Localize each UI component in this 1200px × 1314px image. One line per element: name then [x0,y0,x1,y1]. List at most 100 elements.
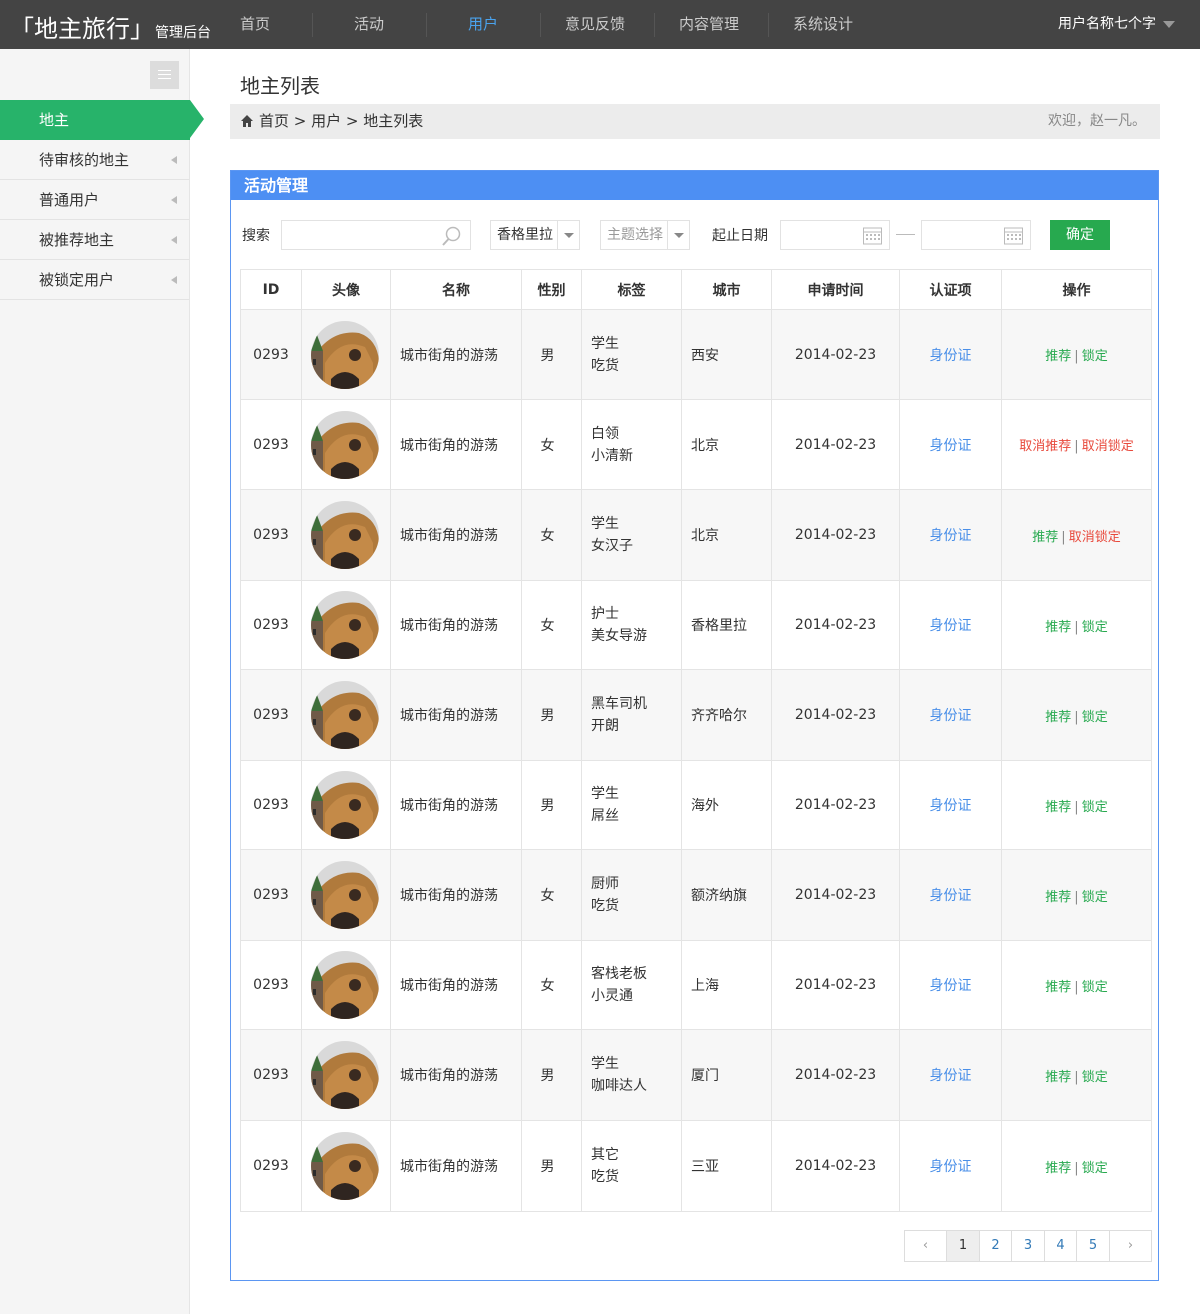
op-separator: | [1074,709,1079,725]
auth-link[interactable]: 身份证 [930,888,972,904]
breadcrumb-path[interactable]: 首页 > 用户 > 地主列表 [259,104,423,139]
auth-link[interactable]: 身份证 [930,348,972,364]
auth-link[interactable]: 身份证 [930,708,972,724]
op-primary-link[interactable]: 推荐 [1045,620,1071,635]
avatar[interactable] [311,410,379,479]
op-secondary-link[interactable]: 锁定 [1082,620,1108,635]
pagination-prev[interactable]: ‹ [905,1231,947,1261]
avatar[interactable] [311,1132,379,1200]
cell-tags: 黑车司机 开朗 [581,669,682,761]
sidebar-item-locked[interactable]: 被锁定用户 [0,260,189,300]
auth-link[interactable]: 身份证 [930,1068,972,1084]
op-secondary-link[interactable]: 锁定 [1082,800,1108,815]
op-separator: | [1074,799,1079,815]
pagination-next[interactable]: › [1110,1231,1152,1261]
sidebar-item-landlord[interactable]: 地主 [0,100,190,140]
avatar[interactable] [311,951,379,1019]
nav-content[interactable]: 内容管理 [652,0,766,49]
start-date-input[interactable] [780,220,890,250]
nav-home[interactable]: 首页 [198,0,312,49]
op-secondary-link[interactable]: 锁定 [1082,710,1108,725]
cell-id: 0293 [240,1029,302,1121]
auth-link[interactable]: 身份证 [930,618,972,634]
op-primary-link[interactable]: 推荐 [1045,1161,1071,1176]
op-primary-link[interactable]: 取消推荐 [1019,439,1071,454]
op-secondary-link[interactable]: 取消锁定 [1069,530,1121,545]
cell-operations: 推荐 | 锁定 [1001,669,1152,761]
nav-system[interactable]: 系统设计 [766,0,880,49]
search-icon[interactable] [441,225,463,247]
cell-date: 2014-02-23 [771,1029,900,1121]
op-secondary-link[interactable]: 取消锁定 [1082,439,1134,454]
avatar[interactable] [311,861,379,929]
logo[interactable]: 「地主旅行」管理后台 [10,9,211,44]
city-select-value: 香格里拉 [497,227,553,243]
op-secondary-link[interactable]: 锁定 [1082,1161,1108,1176]
avatar[interactable] [311,681,379,749]
op-primary-link[interactable]: 推荐 [1032,530,1058,545]
theme-select[interactable]: 主题选择 [600,220,690,250]
page-5[interactable]: 5 [1077,1231,1110,1261]
sidebar-item-recommended[interactable]: 被推荐地主 [0,220,189,260]
avatar[interactable] [311,501,379,569]
auth-link[interactable]: 身份证 [930,528,972,544]
cell-id: 0293 [240,309,302,400]
page-4[interactable]: 4 [1045,1231,1077,1261]
page-1[interactable]: 1 [947,1231,980,1261]
cell-tags: 厨师 吃货 [581,849,682,941]
op-primary-link[interactable]: 推荐 [1045,349,1071,364]
calendar-icon[interactable] [862,225,883,246]
confirm-button[interactable]: 确定 [1050,220,1110,250]
auth-link[interactable]: 身份证 [930,1159,972,1175]
cell-operations: 推荐 | 锁定 [1001,580,1152,670]
cell-date: 2014-02-23 [771,309,900,400]
menu-icon[interactable] [150,61,179,89]
tag: 白领 [591,425,619,442]
cell-gender: 男 [521,1029,582,1121]
search-input[interactable] [281,220,471,250]
nav-users[interactable]: 用户 [426,0,540,49]
top-bar: 「地主旅行」管理后台 首页 活动 用户 意见反馈 内容管理 系统设计 用户名称七… [0,0,1200,49]
op-primary-link[interactable]: 推荐 [1045,800,1071,815]
activity-panel: 活动管理 搜索 香格里拉 主题选择 起止日期 确定 ID 头像 名称 性别 标签… [230,170,1159,1281]
page-2[interactable]: 2 [980,1231,1012,1261]
page-3[interactable]: 3 [1012,1231,1045,1261]
caret-down-icon[interactable] [1163,21,1175,28]
op-primary-link[interactable]: 推荐 [1045,890,1071,905]
end-date-input[interactable] [921,220,1031,250]
nav-activity[interactable]: 活动 [312,0,426,49]
op-secondary-link[interactable]: 锁定 [1082,349,1108,364]
op-secondary-link[interactable]: 锁定 [1082,890,1108,905]
avatar[interactable] [311,320,379,389]
avatar[interactable] [311,591,379,659]
column-header[interactable]: 认证项 [899,269,1002,310]
user-menu[interactable]: 用户名称七个字 [1058,0,1156,49]
op-primary-link[interactable]: 推荐 [1045,1070,1071,1085]
op-secondary-link[interactable]: 锁定 [1082,1070,1108,1085]
tag: 其它 [591,1147,619,1163]
op-primary-link[interactable]: 推荐 [1045,980,1071,995]
column-header[interactable]: 名称 [390,269,522,310]
cell-operations: 推荐 | 取消锁定 [1001,489,1152,581]
auth-link[interactable]: 身份证 [930,978,972,994]
avatar[interactable] [311,771,379,839]
avatar[interactable] [311,1041,379,1109]
column-header[interactable]: 城市 [681,269,772,310]
calendar-icon[interactable] [1003,225,1024,246]
column-header[interactable]: 申请时间 [771,269,900,310]
caret-down-icon [557,221,579,249]
column-header[interactable]: 标签 [581,269,682,310]
column-header[interactable]: 头像 [301,269,391,310]
cell-name: 城市街角的游荡 [390,580,522,670]
sidebar-item-pending[interactable]: 待审核的地主 [0,140,189,180]
op-secondary-link[interactable]: 锁定 [1082,980,1108,995]
column-header[interactable]: 操作 [1001,269,1152,310]
column-header[interactable]: 性别 [521,269,582,310]
column-header[interactable]: ID [240,269,302,310]
sidebar-item-regular-users[interactable]: 普通用户 [0,180,189,220]
op-primary-link[interactable]: 推荐 [1045,710,1071,725]
nav-feedback[interactable]: 意见反馈 [538,0,652,49]
city-select[interactable]: 香格里拉 [490,220,580,250]
auth-link[interactable]: 身份证 [930,798,972,814]
auth-link[interactable]: 身份证 [930,438,972,454]
